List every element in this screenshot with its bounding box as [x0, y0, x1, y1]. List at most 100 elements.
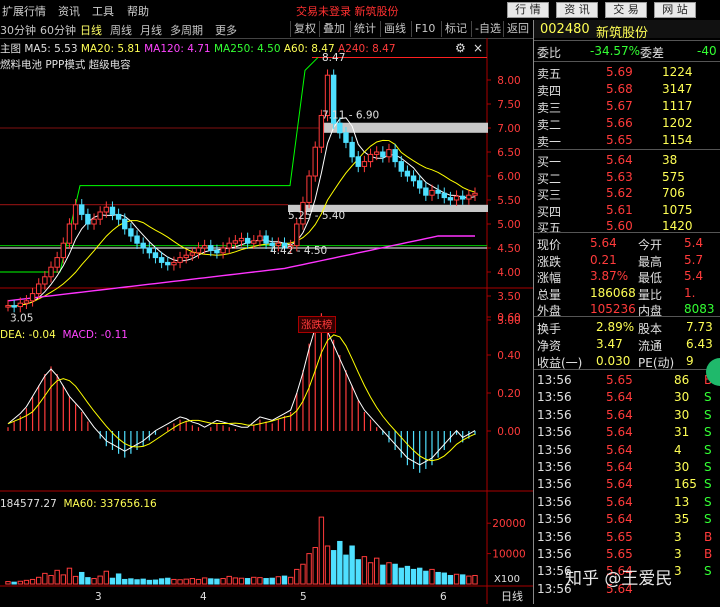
menu-item-tools[interactable]: 工具: [92, 3, 114, 19]
stat-value: 2.89%: [596, 320, 635, 334]
overlay-button[interactable]: 叠加: [319, 21, 348, 37]
candle-up: [429, 189, 435, 196]
price-annotation: 7.11 - 6.90: [322, 109, 379, 121]
volume-bar: [134, 579, 140, 585]
tick-side: S: [704, 425, 712, 440]
ma20-label: MA20: 5.81: [80, 43, 141, 55]
menu-item-news[interactable]: 资讯: [58, 3, 80, 19]
candle-up: [189, 252, 196, 256]
macd-tick-label: 0.60: [497, 312, 520, 324]
candle-up: [220, 247, 226, 254]
bid-volume: 38: [662, 153, 678, 167]
candle-up: [60, 242, 67, 259]
weibi-value: -34.57%: [590, 44, 641, 58]
settings-icon[interactable]: ⚙: [455, 41, 466, 55]
x-axis-label: 3: [95, 591, 102, 603]
period-weekly[interactable]: 周线: [110, 22, 132, 38]
candle-down: [158, 257, 165, 263]
tick-row: 13:56 5.65 3 B: [534, 528, 720, 546]
tick-row: 13:565.6586B: [534, 371, 720, 389]
quote-value-2: 8083: [684, 302, 715, 316]
menu-item-help[interactable]: 帮助: [127, 3, 149, 19]
bid-row: 买二 5.63 575: [534, 168, 720, 186]
tick-time: 13:56: [537, 494, 572, 509]
quote-row: 涨幅 3.87% 最低 5.4: [534, 267, 720, 285]
weicha-label: 委差: [640, 46, 665, 60]
candle-up: [183, 254, 189, 259]
volume-bar: [281, 575, 288, 585]
tick-row: 13:56 5.64 30 S: [534, 388, 720, 406]
tick-volume: 13: [674, 494, 690, 509]
volume-bar: [306, 553, 312, 585]
candle-up: [367, 153, 374, 163]
price-tick-label: 4.50: [497, 243, 520, 255]
volume-bar: [158, 578, 165, 585]
tick-row: 13:56 5.64 4 S: [534, 441, 720, 459]
period-toolbar: 30分钟 60分钟 日线 周线 月线 多周期 更多 复权 叠加 统计 画线 F1…: [0, 20, 533, 39]
tick-volume: 165: [674, 477, 697, 492]
kline-chart[interactable]: 8.00 7.50 7.00 6.50 6.00 5.50 5.00 4.50 4.00 3.50…: [0, 38, 533, 604]
period-30min[interactable]: 30分钟: [0, 22, 36, 38]
a60-label: A60: 8.47: [283, 43, 335, 55]
candle-down: [128, 228, 134, 237]
period-multi[interactable]: 多周期: [170, 22, 203, 38]
volume-bar: [343, 554, 349, 585]
macd-tick-label: 0.00: [497, 426, 520, 438]
volume-bar: [410, 568, 417, 585]
tick-time: 13:56: [537, 442, 572, 457]
tick-price: 5.65: [606, 373, 633, 387]
menu-item-extended[interactable]: 扩展行情: [2, 3, 46, 19]
trade-button[interactable]: 交 易: [605, 2, 647, 18]
period-60min[interactable]: 60分钟: [40, 22, 76, 38]
watchlist-button[interactable]: -自选: [471, 21, 504, 37]
dea-line: [7, 334, 476, 462]
quote-row: 现价 5.64 今开 5.4: [534, 234, 720, 252]
candle-down: [460, 195, 466, 200]
candle-up: [466, 194, 472, 200]
candle-up: [226, 242, 232, 249]
volume-bar: [232, 577, 239, 585]
mark-button[interactable]: 标记: [441, 21, 470, 37]
adjust-button[interactable]: 复权: [290, 21, 319, 37]
rank-badge[interactable]: 涨跌榜: [298, 316, 336, 333]
volume-bar: [453, 573, 460, 585]
candle-down: [165, 261, 171, 266]
stats-button[interactable]: 统计: [350, 21, 379, 37]
market-button[interactable]: 行 情: [507, 2, 549, 18]
tab-daily[interactable]: 日线: [501, 588, 523, 604]
price-tick-label: 6.50: [497, 147, 520, 159]
news-button[interactable]: 资 讯: [556, 2, 598, 18]
tick-volume: 31: [674, 425, 690, 440]
volume-bar: [294, 568, 300, 585]
candle-up: [66, 223, 73, 244]
tick-volume: 30: [674, 407, 690, 422]
period-more[interactable]: 更多: [215, 22, 237, 38]
volume-bar: [17, 580, 23, 585]
f10-button[interactable]: F10: [411, 21, 438, 37]
volume-bar: [72, 575, 79, 585]
stat-value: 0.030: [596, 354, 631, 368]
ask-volume: 1117: [662, 99, 693, 113]
tick-row: 13:56 5.64 13 S: [534, 493, 720, 511]
candle-down: [441, 192, 447, 199]
candle-up: [232, 240, 239, 244]
volume-bar: [324, 545, 331, 585]
volume-bar: [42, 572, 48, 585]
back-button[interactable]: 返回: [503, 21, 532, 37]
volume-bar: [29, 578, 36, 585]
volume-bar: [287, 576, 294, 585]
candle-down: [392, 149, 398, 163]
volume-bar: [416, 567, 423, 585]
draw-button[interactable]: 画线: [380, 21, 409, 37]
candle-up: [91, 218, 97, 225]
candle-up: [195, 247, 202, 254]
period-monthly[interactable]: 月线: [140, 22, 162, 38]
tick-price: 5.64: [606, 460, 633, 474]
period-daily[interactable]: 日线: [80, 22, 102, 38]
tick-price: 5.65: [606, 547, 633, 561]
close-icon[interactable]: ×: [473, 41, 483, 55]
price-tick-label: 8.00: [497, 75, 520, 87]
stat-row: 净资 3.47 流通 6.43: [534, 335, 720, 353]
website-button[interactable]: 网 站: [654, 2, 696, 18]
tick-side: S: [704, 407, 712, 422]
